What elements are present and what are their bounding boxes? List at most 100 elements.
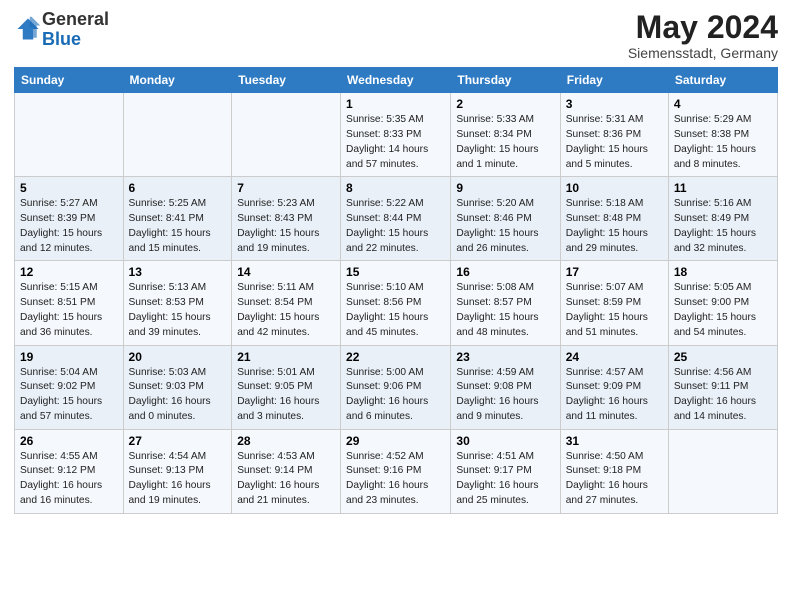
day-number: 11 bbox=[674, 181, 772, 195]
day-number: 31 bbox=[566, 434, 663, 448]
table-row: 8 Sunrise: 5:22 AM Sunset: 8:44 PM Daylig… bbox=[341, 177, 451, 261]
day-info: Sunrise: 5:31 AM Sunset: 8:36 PM Dayligh… bbox=[566, 113, 663, 172]
day-info: Sunrise: 5:07 AM Sunset: 8:59 PM Dayligh… bbox=[566, 281, 663, 340]
table-row: 2 Sunrise: 5:33 AM Sunset: 8:34 PM Daylig… bbox=[451, 93, 560, 177]
day-info: Sunrise: 5:18 AM Sunset: 8:48 PM Dayligh… bbox=[566, 197, 663, 256]
week-row-4: 19 Sunrise: 5:04 AM Sunset: 9:02 PM Dayli… bbox=[15, 345, 778, 429]
logo-blue-text: Blue bbox=[42, 29, 81, 49]
table-row: 30 Sunrise: 4:51 AM Sunset: 9:17 PM Dayli… bbox=[451, 429, 560, 513]
day-number: 10 bbox=[566, 181, 663, 195]
day-number: 20 bbox=[129, 350, 227, 364]
title-block: May 2024 Siemensstadt, Germany bbox=[628, 10, 778, 61]
day-info: Sunrise: 5:22 AM Sunset: 8:44 PM Dayligh… bbox=[346, 197, 445, 256]
day-number: 8 bbox=[346, 181, 445, 195]
table-row: 13Sunrise: 5:13 AM Sunset: 8:53 PM Dayli… bbox=[123, 261, 232, 345]
table-row: 6Sunrise: 5:25 AM Sunset: 8:41 PM Daylig… bbox=[123, 177, 232, 261]
table-row: 5 Sunrise: 5:27 AM Sunset: 8:39 PM Daylig… bbox=[15, 177, 124, 261]
week-row-1: 1 Sunrise: 5:35 AM Sunset: 8:33 PM Daylig… bbox=[15, 93, 778, 177]
day-info: Sunrise: 5:11 AM Sunset: 8:54 PM Dayligh… bbox=[237, 281, 335, 340]
col-monday: Monday bbox=[123, 68, 232, 93]
subtitle: Siemensstadt, Germany bbox=[628, 45, 778, 61]
day-info: Sunrise: 5:01 AM Sunset: 9:05 PM Dayligh… bbox=[237, 366, 335, 425]
day-number: 3 bbox=[566, 97, 663, 111]
day-number: 12 bbox=[20, 265, 118, 279]
col-friday: Friday bbox=[560, 68, 668, 93]
table-row: 29Sunrise: 4:52 AM Sunset: 9:16 PM Dayli… bbox=[341, 429, 451, 513]
day-number: 18 bbox=[674, 265, 772, 279]
day-info: Sunrise: 5:35 AM Sunset: 8:33 PM Dayligh… bbox=[346, 113, 445, 172]
day-number: 22 bbox=[346, 350, 445, 364]
table-row: 20 Sunrise: 5:03 AM Sunset: 9:03 PM Dayli… bbox=[123, 345, 232, 429]
day-info: Sunrise: 5:10 AM Sunset: 8:56 PM Dayligh… bbox=[346, 281, 445, 340]
col-tuesday: Tuesday bbox=[232, 68, 341, 93]
table-row: 11 Sunrise: 5:16 AM Sunset: 8:49 PM Dayli… bbox=[668, 177, 777, 261]
table-row: 27 Sunrise: 4:54 AM Sunset: 9:13 PM Dayli… bbox=[123, 429, 232, 513]
table-row: 16Sunrise: 5:08 AM Sunset: 8:57 PM Dayli… bbox=[451, 261, 560, 345]
day-info: Sunrise: 5:05 AM Sunset: 9:00 PM Dayligh… bbox=[674, 281, 772, 340]
table-row: 19 Sunrise: 5:04 AM Sunset: 9:02 PM Dayli… bbox=[15, 345, 124, 429]
day-info: Sunrise: 5:15 AM Sunset: 8:51 PM Dayligh… bbox=[20, 281, 118, 340]
table-row bbox=[123, 93, 232, 177]
day-info: Sunrise: 4:59 AM Sunset: 9:08 PM Dayligh… bbox=[456, 366, 554, 425]
day-number: 19 bbox=[20, 350, 118, 364]
table-row: 7Sunrise: 5:23 AM Sunset: 8:43 PM Daylig… bbox=[232, 177, 341, 261]
week-row-5: 26 Sunrise: 4:55 AM Sunset: 9:12 PM Dayli… bbox=[15, 429, 778, 513]
day-number: 28 bbox=[237, 434, 335, 448]
day-info: Sunrise: 4:50 AM Sunset: 9:18 PM Dayligh… bbox=[566, 450, 663, 509]
day-number: 15 bbox=[346, 265, 445, 279]
day-number: 4 bbox=[674, 97, 772, 111]
day-info: Sunrise: 5:33 AM Sunset: 8:34 PM Dayligh… bbox=[456, 113, 554, 172]
day-number: 23 bbox=[456, 350, 554, 364]
logo: General Blue bbox=[14, 10, 109, 50]
table-row: 18 Sunrise: 5:05 AM Sunset: 9:00 PM Dayli… bbox=[668, 261, 777, 345]
table-row: 10 Sunrise: 5:18 AM Sunset: 8:48 PM Dayli… bbox=[560, 177, 668, 261]
col-sunday: Sunday bbox=[15, 68, 124, 93]
day-number: 2 bbox=[456, 97, 554, 111]
day-info: Sunrise: 4:52 AM Sunset: 9:16 PM Dayligh… bbox=[346, 450, 445, 509]
day-number: 9 bbox=[456, 181, 554, 195]
day-info: Sunrise: 5:23 AM Sunset: 8:43 PM Dayligh… bbox=[237, 197, 335, 256]
table-row bbox=[15, 93, 124, 177]
table-row bbox=[668, 429, 777, 513]
day-number: 5 bbox=[20, 181, 118, 195]
table-row: 14 Sunrise: 5:11 AM Sunset: 8:54 PM Dayli… bbox=[232, 261, 341, 345]
table-row: 28 Sunrise: 4:53 AM Sunset: 9:14 PM Dayli… bbox=[232, 429, 341, 513]
table-row: 4Sunrise: 5:29 AM Sunset: 8:38 PM Daylig… bbox=[668, 93, 777, 177]
day-number: 14 bbox=[237, 265, 335, 279]
day-number: 24 bbox=[566, 350, 663, 364]
logo-icon bbox=[14, 15, 42, 43]
calendar-table: Sunday Monday Tuesday Wednesday Thursday… bbox=[14, 67, 778, 514]
col-saturday: Saturday bbox=[668, 68, 777, 93]
day-number: 26 bbox=[20, 434, 118, 448]
day-info: Sunrise: 4:54 AM Sunset: 9:13 PM Dayligh… bbox=[129, 450, 227, 509]
day-info: Sunrise: 5:16 AM Sunset: 8:49 PM Dayligh… bbox=[674, 197, 772, 256]
month-title: May 2024 bbox=[628, 10, 778, 45]
day-info: Sunrise: 5:25 AM Sunset: 8:41 PM Dayligh… bbox=[129, 197, 227, 256]
day-info: Sunrise: 5:27 AM Sunset: 8:39 PM Dayligh… bbox=[20, 197, 118, 256]
day-info: Sunrise: 5:20 AM Sunset: 8:46 PM Dayligh… bbox=[456, 197, 554, 256]
table-row: 25Sunrise: 4:56 AM Sunset: 9:11 PM Dayli… bbox=[668, 345, 777, 429]
day-number: 16 bbox=[456, 265, 554, 279]
day-number: 1 bbox=[346, 97, 445, 111]
day-info: Sunrise: 4:57 AM Sunset: 9:09 PM Dayligh… bbox=[566, 366, 663, 425]
day-info: Sunrise: 5:00 AM Sunset: 9:06 PM Dayligh… bbox=[346, 366, 445, 425]
day-number: 13 bbox=[129, 265, 227, 279]
week-row-2: 5 Sunrise: 5:27 AM Sunset: 8:39 PM Daylig… bbox=[15, 177, 778, 261]
table-row: 22 Sunrise: 5:00 AM Sunset: 9:06 PM Dayli… bbox=[341, 345, 451, 429]
day-info: Sunrise: 4:51 AM Sunset: 9:17 PM Dayligh… bbox=[456, 450, 554, 509]
day-number: 30 bbox=[456, 434, 554, 448]
day-info: Sunrise: 5:04 AM Sunset: 9:02 PM Dayligh… bbox=[20, 366, 118, 425]
day-info: Sunrise: 4:55 AM Sunset: 9:12 PM Dayligh… bbox=[20, 450, 118, 509]
day-info: Sunrise: 5:03 AM Sunset: 9:03 PM Dayligh… bbox=[129, 366, 227, 425]
calendar-header-row: Sunday Monday Tuesday Wednesday Thursday… bbox=[15, 68, 778, 93]
table-row bbox=[232, 93, 341, 177]
table-row: 17Sunrise: 5:07 AM Sunset: 8:59 PM Dayli… bbox=[560, 261, 668, 345]
header: General Blue May 2024 Siemensstadt, Germ… bbox=[14, 10, 778, 61]
day-number: 25 bbox=[674, 350, 772, 364]
page: General Blue May 2024 Siemensstadt, Germ… bbox=[0, 0, 792, 612]
day-number: 27 bbox=[129, 434, 227, 448]
day-info: Sunrise: 4:53 AM Sunset: 9:14 PM Dayligh… bbox=[237, 450, 335, 509]
table-row: 15 Sunrise: 5:10 AM Sunset: 8:56 PM Dayli… bbox=[341, 261, 451, 345]
table-row: 9 Sunrise: 5:20 AM Sunset: 8:46 PM Daylig… bbox=[451, 177, 560, 261]
day-number: 21 bbox=[237, 350, 335, 364]
